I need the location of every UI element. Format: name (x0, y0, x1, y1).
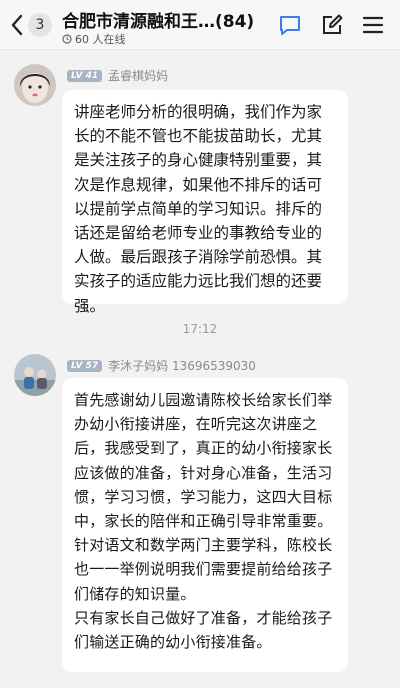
message-bubble[interactable]: 首先感谢幼儿园邀请陈校长给家长们举办幼小衔接讲座，在听完这次讲座之后，我感受到了… (62, 378, 348, 672)
user-avatar-image (14, 354, 56, 396)
level-badge: LV 41 (67, 69, 103, 82)
message-paragraph: 只有家长自己做好了准备，才能给孩子们输送正确的幼小衔接准备。 (74, 608, 333, 652)
online-status: 60 人在线 (62, 31, 126, 47)
clock-icon (62, 34, 72, 44)
message-paragraph: 针对语文和数学两门主要学科，陈校长也一一举例说明我们需要提前给给孩子们储存的知识… (74, 536, 333, 603)
level-badge: LV 57 (67, 359, 103, 372)
message-meta: LV 57 李沐子妈妈 13696539030 (67, 357, 256, 374)
chat-header: 3 合肥市清源融和王…(84) 60 人在线 (0, 0, 400, 50)
back-button[interactable]: 3 (10, 12, 52, 38)
unread-count-badge: 3 (28, 13, 52, 37)
edit-button[interactable] (320, 13, 344, 37)
message-text: 讲座老师分析的很明确，我们作为家长的不能不管也不能拔苗助长，尤其是关注孩子的身心… (74, 103, 323, 315)
menu-icon (362, 16, 384, 34)
message-meta: LV 41 孟睿棋妈妈 (67, 67, 168, 84)
menu-button[interactable] (361, 13, 385, 37)
edit-icon (323, 14, 343, 34)
user-avatar-image (14, 64, 56, 106)
message-paragraph: 首先感谢幼儿园邀请陈校长给家长们举办幼小衔接讲座，在听完这次讲座之后，我感受到了… (74, 391, 333, 531)
avatar[interactable] (14, 354, 56, 396)
chat-button[interactable] (278, 13, 302, 37)
sender-name[interactable]: 李沐子妈妈 13696539030 (108, 357, 256, 374)
chat-icon (280, 16, 300, 35)
avatar[interactable] (14, 64, 56, 106)
sender-name[interactable]: 孟睿棋妈妈 (108, 67, 168, 84)
chevron-left-icon (11, 14, 23, 36)
message-bubble[interactable]: 讲座老师分析的很明确，我们作为家长的不能不管也不能拔苗助长，尤其是关注孩子的身心… (62, 90, 348, 315)
group-title[interactable]: 合肥市清源融和王…(84) (62, 7, 267, 32)
online-count-text: 60 人在线 (75, 33, 126, 46)
timestamp: 17:12 (182, 322, 218, 336)
